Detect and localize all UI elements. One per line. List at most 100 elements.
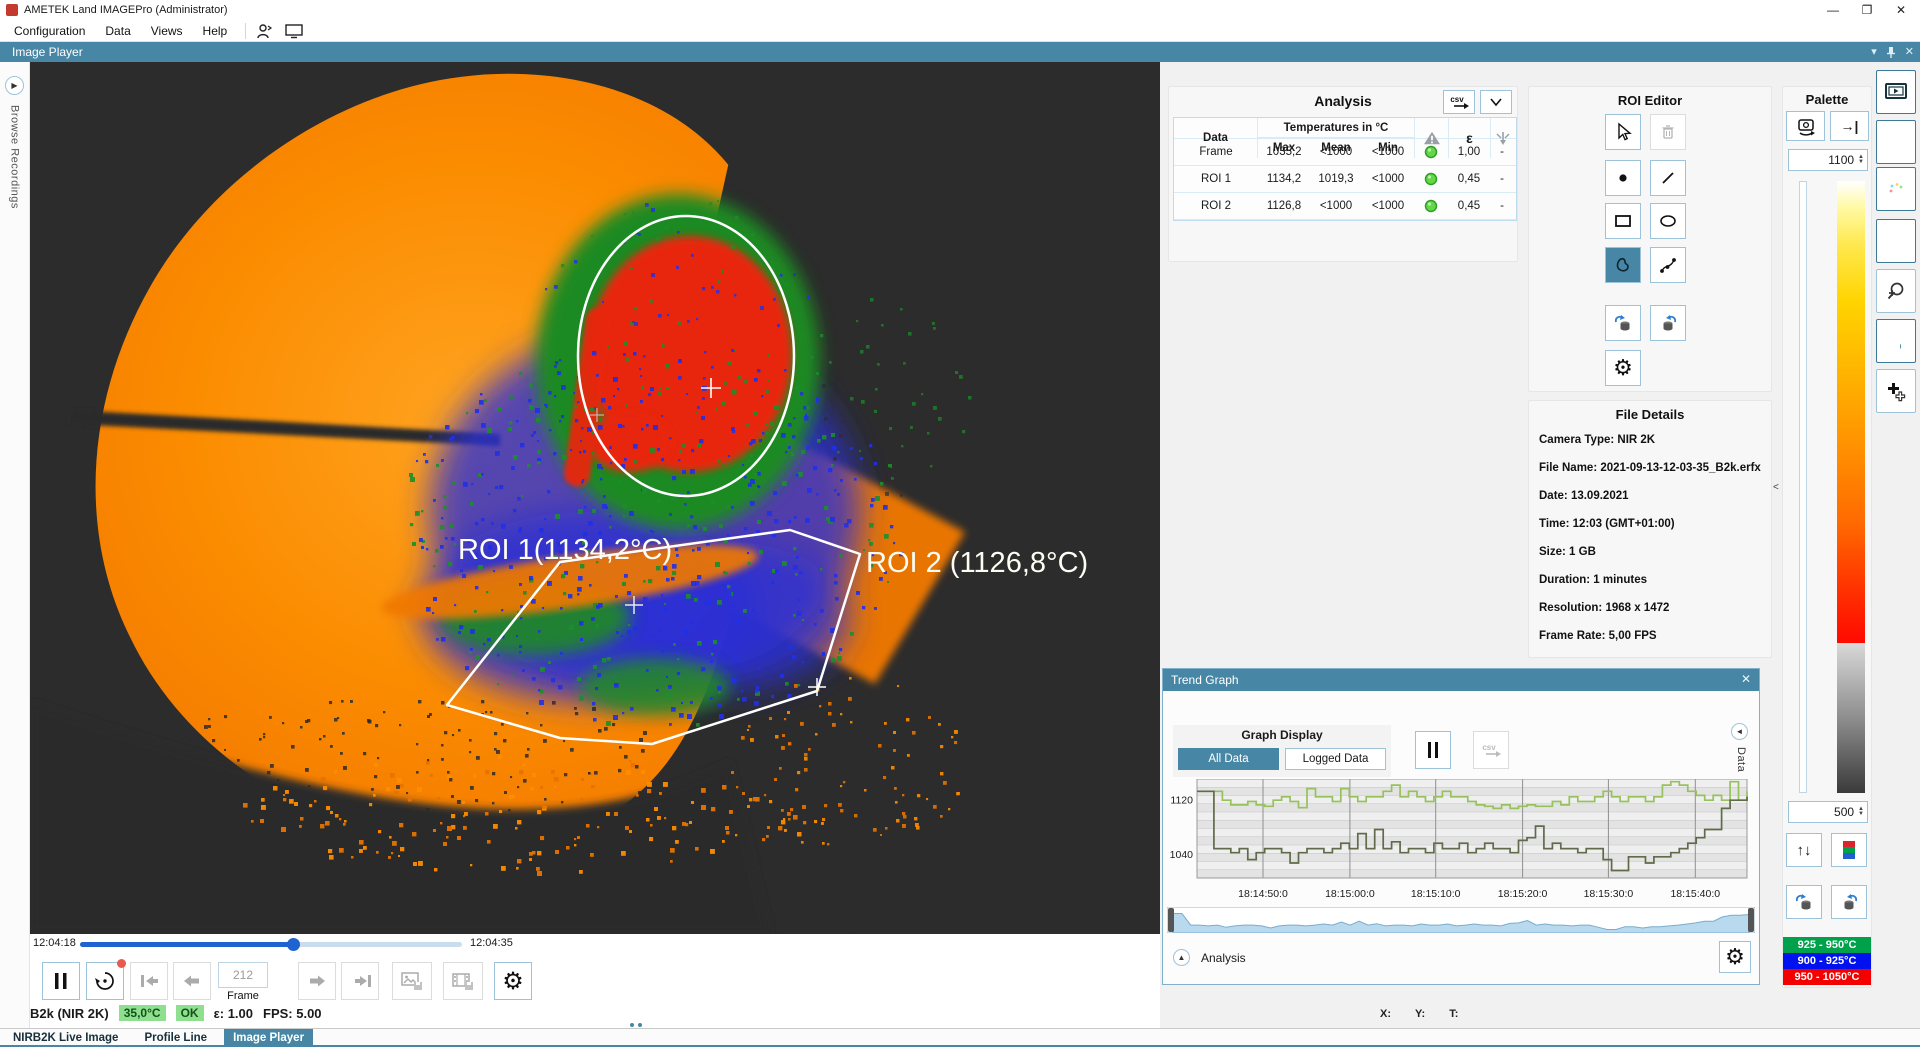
table-row[interactable]: ROI 11134,21019,3<10000,45- xyxy=(1174,166,1516,193)
trend-pause-button[interactable] xyxy=(1415,731,1451,769)
roi-settings-button[interactable]: ⚙ xyxy=(1605,350,1641,386)
row-emissivity: 0,45 xyxy=(1448,166,1490,192)
step-back-button[interactable] xyxy=(173,962,211,1000)
splitter-handle-dot[interactable] xyxy=(638,1023,642,1027)
strip-data-table-button[interactable] xyxy=(1876,120,1916,164)
status-ok-icon xyxy=(1414,193,1448,219)
pause-icon xyxy=(53,971,69,991)
point-icon xyxy=(1614,169,1632,187)
timeline-thumb[interactable] xyxy=(287,938,300,951)
player-settings-button[interactable]: ⚙ xyxy=(494,962,532,1000)
menu-item-configuration[interactable]: Configuration xyxy=(4,21,95,41)
browse-recordings-strip: ▶ Browse Recordings xyxy=(0,62,30,1028)
roi-select-tool-button[interactable] xyxy=(1605,114,1641,150)
row-mean: <1000 xyxy=(1310,193,1362,219)
palette-isotherm-button[interactable] xyxy=(1831,833,1867,867)
trend-graph-header[interactable]: Trend Graph ✕ xyxy=(1163,669,1759,691)
trend-data-collapse-button[interactable]: ◄ xyxy=(1731,723,1748,740)
logged-data-toggle[interactable]: Logged Data xyxy=(1285,748,1386,770)
palette-auto-scale-button[interactable] xyxy=(1786,111,1825,141)
strip-zoom-button[interactable] xyxy=(1876,269,1916,313)
menu-item-help[interactable]: Help xyxy=(193,21,238,41)
thermal-image-view[interactable]: ROI 1(1134,2°C) ROI 2 (1126,8°C) xyxy=(30,62,1160,934)
user-switch-icon[interactable] xyxy=(254,22,276,40)
skip-to-start-button[interactable] xyxy=(130,962,168,1000)
step-forward-button[interactable] xyxy=(298,962,336,1000)
strip-add-view-button[interactable] xyxy=(1876,369,1916,413)
trend-chart[interactable]: 18:14:50:018:15:00:018:15:10:018:15:20:0… xyxy=(1167,779,1755,907)
frame-label: Frame xyxy=(218,990,268,1002)
trend-settings-button[interactable]: ⚙ xyxy=(1719,941,1751,973)
roi-freehand-tool-button[interactable] xyxy=(1605,247,1641,283)
menu-item-views[interactable]: Views xyxy=(141,21,193,41)
cursor-icon xyxy=(1613,122,1633,142)
roi-ellipse-tool-button[interactable] xyxy=(1650,203,1686,239)
trend-analysis-collapse-button[interactable]: ▲ xyxy=(1173,949,1190,966)
pause-button[interactable] xyxy=(42,962,80,1000)
image-dots-icon xyxy=(1885,231,1907,251)
spinner-arrows-icon[interactable]: ▲▼ xyxy=(1858,807,1864,817)
trend-overview-scrollbar[interactable] xyxy=(1167,907,1755,933)
palette-title: Palette xyxy=(1783,92,1871,107)
thermal-image: ROI 1(1134,2°C) ROI 2 (1126,8°C) xyxy=(30,62,1160,934)
table-row[interactable]: Frame1035,2<1000<10001,00- xyxy=(1174,139,1516,166)
palette-invert-button[interactable]: ↑↓ xyxy=(1786,833,1822,867)
trend-data-tab[interactable]: Data xyxy=(1735,747,1747,772)
table-row[interactable]: ROI 21126,8<1000<10000,45- xyxy=(1174,193,1516,220)
export-csv-button[interactable]: csv xyxy=(1443,90,1475,114)
menu-item-data[interactable]: Data xyxy=(95,21,140,41)
all-data-toggle[interactable]: All Data xyxy=(1178,748,1279,770)
roi-line-tool-button[interactable] xyxy=(1650,160,1686,196)
trend-csv-button[interactable]: csv xyxy=(1473,731,1509,769)
file-details-panel: File Details Camera Type: NIR 2KFile Nam… xyxy=(1528,400,1772,658)
roi-editor-panel: ROI Editor ⚙ xyxy=(1528,86,1772,392)
monitor-icon[interactable] xyxy=(284,23,304,39)
spinner-arrows-icon[interactable]: ▲▼ xyxy=(1858,155,1864,165)
polyline-icon xyxy=(1658,255,1678,275)
save-image-button[interactable] xyxy=(392,962,432,1000)
close-button[interactable]: ✕ xyxy=(1884,0,1918,20)
roi-delete-button[interactable] xyxy=(1650,114,1686,150)
roi-undo-button[interactable] xyxy=(1605,305,1641,341)
strip-image-player-button[interactable] xyxy=(1876,70,1916,114)
palette-collapse-handle[interactable]: < xyxy=(1773,482,1779,493)
analysis-collapse-button[interactable] xyxy=(1480,90,1512,114)
document-info-icon: i xyxy=(1885,330,1907,352)
dock-close-icon[interactable]: ✕ xyxy=(1905,45,1914,58)
row-name: Frame xyxy=(1174,139,1258,165)
palette-max-input[interactable]: 1100 ▲▼ xyxy=(1788,149,1868,171)
roi-redo-button[interactable] xyxy=(1650,305,1686,341)
minimize-button[interactable]: — xyxy=(1816,0,1850,20)
timeline-end-time: 12:04:35 xyxy=(470,937,513,949)
expand-browse-button[interactable]: ▶ xyxy=(5,76,24,95)
palette-span-button[interactable]: →| xyxy=(1830,111,1869,141)
trend-close-icon[interactable]: ✕ xyxy=(1741,672,1751,686)
row-max: 1126,8 xyxy=(1258,193,1310,219)
undo-database-icon xyxy=(1612,313,1634,333)
palette-undo-button[interactable] xyxy=(1786,885,1822,919)
dock-menu-icon[interactable]: ▾ xyxy=(1871,45,1877,58)
arrow-right-icon xyxy=(307,973,327,989)
strip-palette-button[interactable] xyxy=(1876,167,1916,211)
palette-redo-button[interactable] xyxy=(1831,885,1867,919)
splitter-handle-dot[interactable] xyxy=(630,1023,634,1027)
skip-to-end-button[interactable] xyxy=(341,962,379,1000)
strip-image-options-button[interactable] xyxy=(1876,219,1916,263)
timeline-start-time: 12:04:18 xyxy=(33,937,76,949)
strip-file-info-button[interactable]: i xyxy=(1876,319,1916,363)
loop-button[interactable] xyxy=(86,962,124,1000)
palette-slider-track[interactable] xyxy=(1799,181,1807,793)
roi-point-tool-button[interactable] xyxy=(1605,160,1641,196)
pause-icon xyxy=(1426,741,1440,759)
file-detail-line: Duration: 1 minutes xyxy=(1539,566,1771,594)
timeline-track[interactable] xyxy=(80,942,462,947)
save-video-button[interactable] xyxy=(443,962,483,1000)
file-detail-line: Camera Type: NIR 2K xyxy=(1539,426,1771,454)
dock-pin-icon[interactable] xyxy=(1886,46,1896,58)
svg-text:18:15:10:0: 18:15:10:0 xyxy=(1411,888,1461,900)
palette-min-input[interactable]: 500 ▲▼ xyxy=(1788,801,1868,823)
gear-icon: ⚙ xyxy=(1725,944,1745,970)
restore-button[interactable]: ❐ xyxy=(1850,0,1884,20)
roi-polyline-tool-button[interactable] xyxy=(1650,247,1686,283)
roi-rectangle-tool-button[interactable] xyxy=(1605,203,1641,239)
